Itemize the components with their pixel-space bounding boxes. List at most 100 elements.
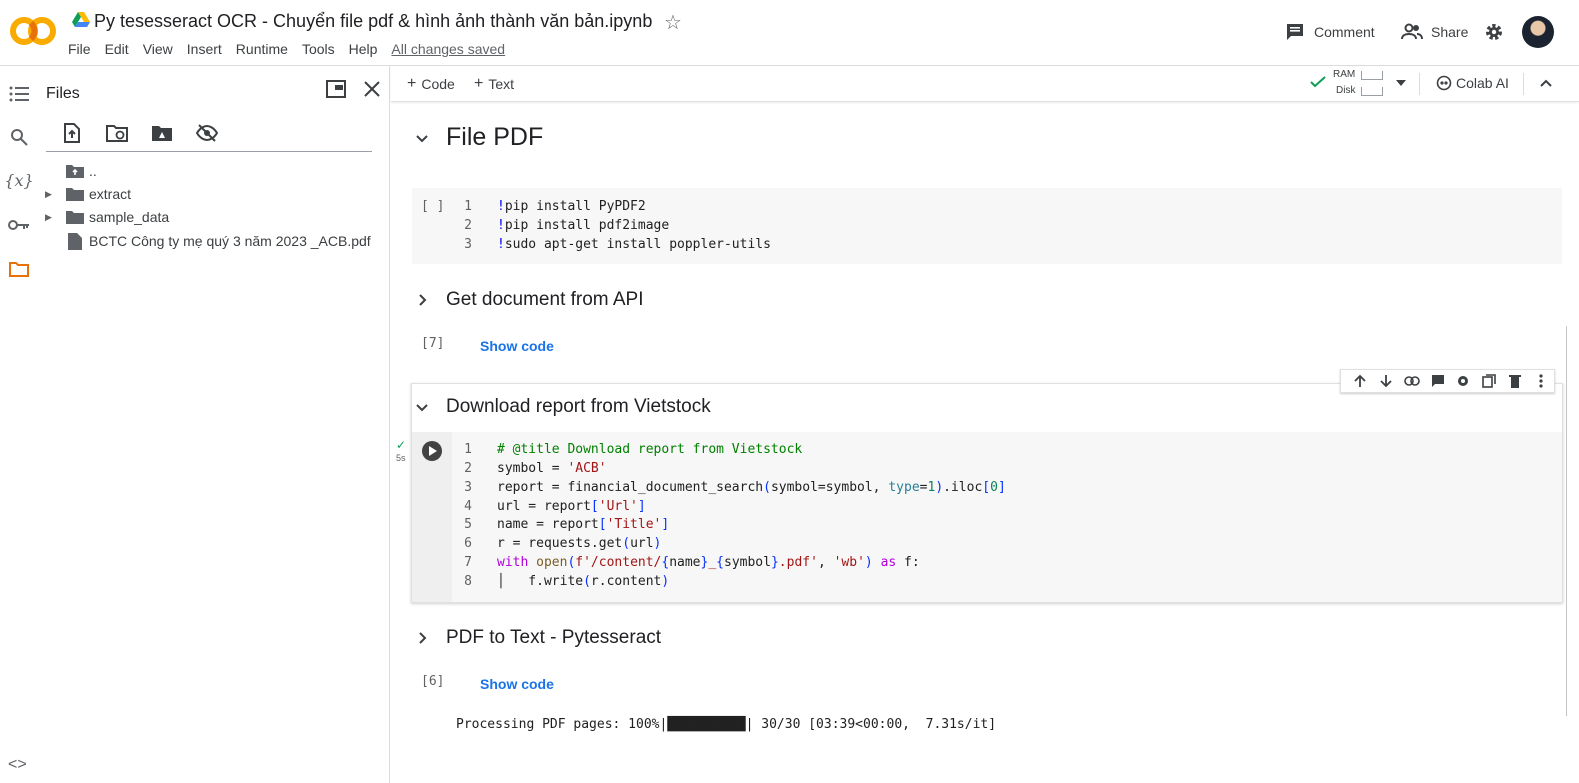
- mount-drive-icon[interactable]: [150, 121, 174, 145]
- tree-item-label: ..: [89, 163, 97, 179]
- open-in-new-window-icon[interactable]: [326, 80, 346, 98]
- show-code-link[interactable]: Show code: [480, 338, 554, 354]
- code-line[interactable]: !sudo apt-get install poppler-utils: [497, 237, 771, 252]
- colab-logo[interactable]: [10, 14, 56, 48]
- code-line[interactable]: !pip install pdf2image: [497, 218, 669, 233]
- menu-edit[interactable]: Edit: [105, 41, 129, 57]
- tree-item-sample-data[interactable]: ▶ sample_data: [45, 206, 169, 228]
- scrollbar[interactable]: [1566, 326, 1567, 716]
- expand-arrow-icon[interactable]: ▶: [45, 189, 59, 200]
- app-header: Py tesesseract OCR - Chuyển file pdf & h…: [0, 0, 1579, 66]
- disk-bar: [1361, 87, 1383, 96]
- share-label: Share: [1431, 24, 1469, 40]
- code-line[interactable]: with open(f'/content/{name}_{symbol}.pdf…: [497, 555, 920, 570]
- settings-gear-icon[interactable]: [1484, 22, 1504, 42]
- code-line[interactable]: symbol = 'ACB': [497, 461, 607, 476]
- files-toolbar: [60, 121, 240, 145]
- section-file-pdf[interactable]: File PDF: [412, 123, 543, 152]
- divider: [1523, 73, 1524, 95]
- expand-arrow-icon[interactable]: ▶: [45, 212, 59, 223]
- tree-item-parent[interactable]: ..: [66, 160, 97, 182]
- execution-count: [6]: [421, 674, 445, 689]
- section-get-document[interactable]: Get document from API: [412, 289, 643, 311]
- hide-files-icon[interactable]: [195, 121, 219, 145]
- collapse-chevron-up-icon[interactable]: [1540, 79, 1552, 87]
- files-title: Files: [46, 85, 80, 102]
- move-up-icon[interactable]: [1347, 374, 1373, 388]
- chevron-down-icon[interactable]: [412, 128, 432, 148]
- share-people-icon: [1401, 23, 1423, 40]
- link-icon[interactable]: [1399, 376, 1425, 386]
- output-prefix: Processing PDF pages: 100%|: [456, 717, 668, 732]
- line-number: 1: [464, 442, 472, 457]
- close-icon[interactable]: [363, 80, 381, 98]
- save-status[interactable]: All changes saved: [391, 41, 505, 57]
- line-number: 1: [464, 199, 472, 214]
- line-number: 4: [464, 499, 472, 514]
- run-cell-button[interactable]: [422, 441, 442, 461]
- menu-file[interactable]: File: [68, 41, 91, 57]
- chevron-down-icon[interactable]: [412, 397, 432, 417]
- section-heading: File PDF: [446, 123, 544, 151]
- menu-tools[interactable]: Tools: [302, 41, 335, 57]
- comment-label: Comment: [1314, 24, 1375, 40]
- add-code-button[interactable]: + Code: [407, 75, 455, 93]
- comment-button[interactable]: Comment: [1285, 22, 1375, 42]
- move-down-icon[interactable]: [1373, 374, 1399, 388]
- code-line[interactable]: │ f.write(r.content): [497, 574, 669, 589]
- colab-ai-icon: [1436, 75, 1452, 91]
- secrets-key-icon[interactable]: [7, 213, 31, 237]
- tree-item-label: extract: [89, 186, 132, 202]
- comment-icon[interactable]: [1425, 374, 1451, 388]
- chevron-right-icon[interactable]: [412, 290, 432, 310]
- caret-down-icon[interactable]: [1396, 80, 1406, 86]
- code-line[interactable]: r = requests.get(url): [497, 536, 661, 551]
- code-line[interactable]: # @title Download report from Vietstock: [497, 442, 802, 457]
- toc-icon[interactable]: [7, 82, 31, 106]
- settings-gear-icon[interactable]: [1451, 374, 1477, 388]
- refresh-folder-icon[interactable]: [105, 121, 129, 145]
- folder-icon[interactable]: [7, 257, 31, 281]
- variables-icon[interactable]: {x}: [4, 168, 33, 192]
- mirror-cell-icon[interactable]: [1476, 374, 1502, 388]
- share-button[interactable]: Share: [1401, 22, 1468, 42]
- google-drive-icon[interactable]: [72, 12, 90, 28]
- code-line[interactable]: name = report['Title']: [497, 517, 669, 532]
- menu-insert[interactable]: Insert: [187, 41, 222, 57]
- code-line[interactable]: url = report['Url']: [497, 499, 646, 514]
- line-number: 7: [464, 555, 472, 570]
- colab-ai-button[interactable]: Colab AI: [1436, 75, 1509, 91]
- tree-item-label: sample_data: [89, 209, 170, 225]
- show-code-link[interactable]: Show code: [480, 676, 554, 692]
- tree-item-pdf-file[interactable]: BCTC Công ty mẹ quý 3 năm 2023 _ACB.pdf: [68, 230, 371, 252]
- tree-item-label: BCTC Công ty mẹ quý 3 năm 2023 _ACB.pdf: [89, 233, 371, 249]
- search-icon[interactable]: [7, 125, 31, 149]
- menu-help[interactable]: Help: [349, 41, 378, 57]
- menu-view[interactable]: View: [143, 41, 173, 57]
- user-avatar[interactable]: [1522, 16, 1554, 48]
- section-download-report[interactable]: Download report from Vietstock: [412, 396, 711, 418]
- divider: [46, 151, 372, 152]
- notebook-title[interactable]: Py tesesseract OCR - Chuyển file pdf & h…: [94, 11, 652, 32]
- delete-icon[interactable]: [1502, 374, 1528, 388]
- line-number: 5: [464, 517, 472, 532]
- chevron-right-icon[interactable]: [412, 628, 432, 648]
- section-pdf-to-text[interactable]: PDF to Text - Pytesseract: [412, 627, 661, 649]
- folder-icon: [66, 188, 84, 201]
- more-vert-icon[interactable]: [1528, 374, 1554, 388]
- line-number: 8: [464, 574, 472, 589]
- ram-bar: [1361, 71, 1383, 80]
- section-heading: PDF to Text - Pytesseract: [446, 627, 662, 648]
- add-text-button[interactable]: + Text: [474, 75, 514, 93]
- code-snippets-icon[interactable]: <>: [8, 756, 27, 774]
- line-number: 6: [464, 536, 472, 551]
- code-line[interactable]: report = financial_document_search(symbo…: [497, 480, 1006, 495]
- code-cell-pip-install[interactable]: [ ] 1 2 3 !pip install PyPDF2 !pip insta…: [412, 188, 1562, 264]
- star-icon[interactable]: ☆: [664, 10, 682, 35]
- disk-label: Disk: [1336, 85, 1356, 96]
- tree-item-extract[interactable]: ▶ extract: [45, 183, 131, 205]
- code-line[interactable]: !pip install PyPDF2: [497, 199, 646, 214]
- comment-icon: [1287, 24, 1303, 40]
- upload-file-icon[interactable]: [60, 121, 84, 145]
- menu-runtime[interactable]: Runtime: [236, 41, 288, 57]
